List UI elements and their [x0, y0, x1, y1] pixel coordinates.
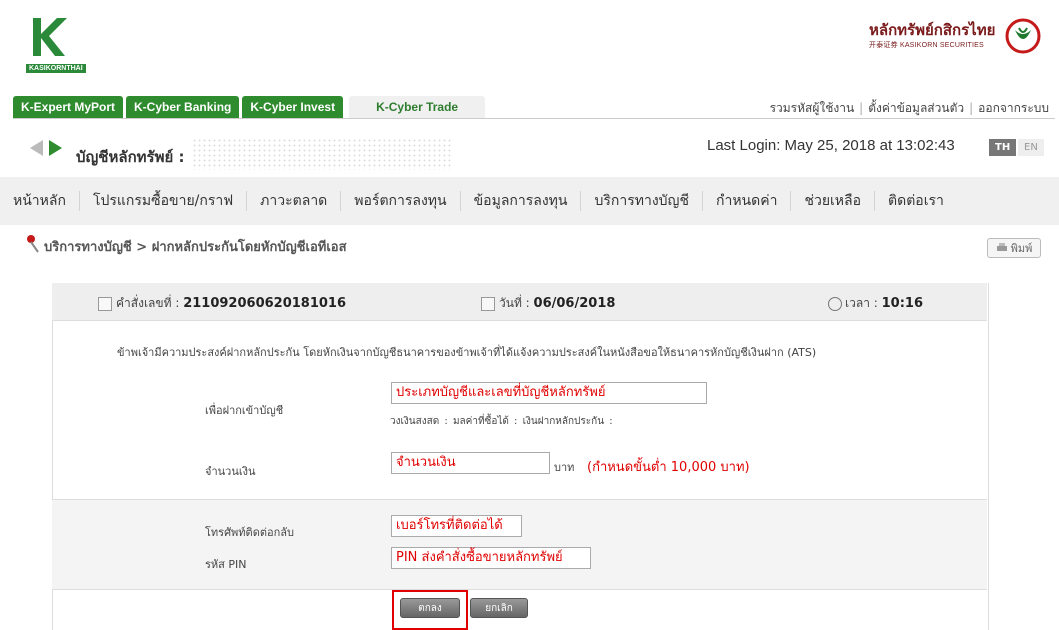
lang-th-button[interactable]: TH [989, 139, 1017, 156]
account-selector[interactable] [192, 138, 452, 170]
deposit-account-value: ประเภทบัญชีและเลขที่บัญชีหลักทรัพย์ [396, 385, 606, 400]
tab-divider [13, 118, 1055, 119]
link-logout[interactable]: ออกจากระบบ [978, 101, 1049, 115]
document-icon [98, 296, 112, 311]
calendar-icon [481, 296, 495, 311]
ok-button-highlight [392, 590, 468, 630]
menu-account-services[interactable]: บริการทางบัญชี [581, 191, 703, 211]
last-login: Last Login: May 25, 2018 at 13:02:43 [707, 137, 955, 154]
contact-section [52, 499, 987, 590]
pin-input[interactable]: PIN ส่งคำสั่งซื้อขายหลักทรัพย์ [391, 547, 591, 569]
menu-contact[interactable]: ติดต่อเรา [875, 191, 957, 211]
location-pin-icon [27, 235, 39, 253]
main-menu: หน้าหลัก โปรแกรมซื้อขาย/กราฟ ภาวะตลาด พอ… [0, 177, 1059, 225]
logo-text: KASIKORNTHAI [26, 64, 86, 73]
menu-settings[interactable]: กำหนดค่า [703, 191, 792, 211]
menu-portfolio[interactable]: พอร์ตการลงทุน [341, 191, 461, 211]
deposit-account-label: เพื่อฝากเข้าบัญชี [205, 404, 284, 417]
pin-value: PIN ส่งคำสั่งซื้อขายหลักทรัพย์ [396, 550, 563, 565]
pin-label: รหัส PIN [205, 558, 247, 571]
deposit-account-field[interactable]: ประเภทบัญชีและเลขที่บัญชีหลักทรัพย์ [391, 382, 707, 404]
tab-k-cyber-trade[interactable]: K-Cyber Trade [349, 96, 486, 118]
product-tabs: K-Expert MyPort K-Cyber Banking K-Cyber … [13, 96, 486, 118]
link-personal-settings[interactable]: ตั้งค่าข้อมูลส่วนตัว [868, 101, 964, 115]
company-name-th: หลักทรัพย์กสิกรไทย [869, 22, 996, 39]
cancel-button[interactable]: ยกเลิก [470, 598, 528, 618]
phone-input[interactable]: เบอร์โทรที่ติดต่อได้ [391, 515, 522, 537]
separator: | [859, 101, 864, 115]
menu-market[interactable]: ภาวะตลาด [247, 191, 342, 211]
credit-info: วงเงินสงสด : มลค่าที่ซื้อได้ : เงินฝากหล… [390, 416, 613, 427]
print-label: พิมพ์ [1010, 242, 1033, 255]
ats-description: ข้าพเจ้ามีความประสงค์ฝากหลักประกัน โดยหั… [117, 346, 817, 359]
amount-value: จำนวนเงิน [396, 455, 456, 470]
securities-emblem-icon [1005, 18, 1041, 54]
printer-icon [996, 243, 1007, 251]
print-button[interactable]: พิมพ์ [987, 238, 1041, 258]
order-time: เวลา : 10:16 [828, 294, 923, 313]
amount-input[interactable]: จำนวนเงิน [391, 452, 550, 474]
phone-value: เบอร์โทรที่ติดต่อได้ [396, 518, 503, 533]
account-label: บัญชีหลักทรัพย์ : [76, 148, 185, 166]
company-name-en: 开泰证券 KASIKORN SECURITIES [869, 42, 984, 49]
amount-unit: บาท [554, 461, 575, 474]
tab-k-cyber-invest[interactable]: K-Cyber Invest [242, 96, 344, 118]
amount-label: จำนวนเงิน [205, 465, 256, 478]
phone-label: โทรศัพท์ติดต่อกลับ [205, 526, 294, 539]
lang-en-button[interactable]: EN [1018, 139, 1044, 156]
menu-help[interactable]: ช่วยเหลือ [791, 191, 876, 211]
menu-trading-program[interactable]: โปรแกรมซื้อขาย/กราฟ [80, 191, 248, 211]
amount-minimum-note: (กำหนดขั้นต่ำ 10,000 บาท) [587, 460, 750, 475]
link-combine-users[interactable]: รวมรหัสผู้ใช้งาน [770, 101, 855, 115]
top-links: รวมรหัสผู้ใช้งาน | ตั้งค่าข้อมูลส่วนตัว | ออ… [770, 99, 1049, 118]
tab-k-cyber-banking[interactable]: K-Cyber Banking [126, 96, 240, 118]
kasikorn-logo-icon [33, 18, 67, 56]
breadcrumb: บริการทางบัญชี > ฝากหลักประกันโดยหักบัญช… [44, 240, 347, 255]
tab-k-expert-myport[interactable]: K-Expert MyPort [13, 96, 124, 118]
separator: | [969, 101, 974, 115]
prev-account-arrow-icon[interactable] [30, 140, 43, 156]
order-date: วันที่ : 06/06/2018 [481, 294, 615, 313]
order-number: คำสั่งเลขที่ : 211092060620181016 [98, 294, 346, 313]
menu-investment-info[interactable]: ข้อมูลการลงทุน [461, 191, 582, 211]
clock-icon [828, 296, 842, 311]
next-account-arrow-icon[interactable] [49, 140, 62, 156]
menu-home[interactable]: หน้าหลัก [0, 191, 80, 211]
